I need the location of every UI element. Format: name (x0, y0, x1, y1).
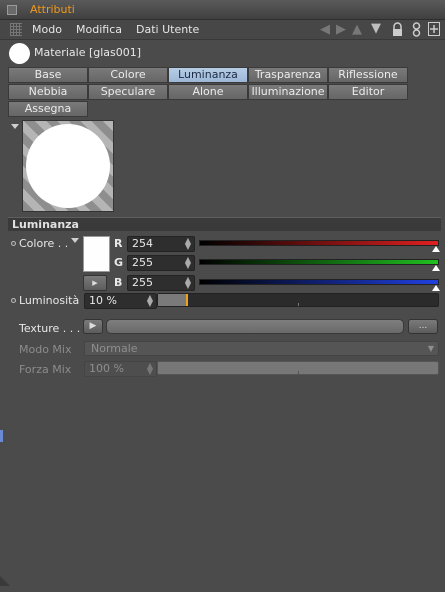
arrow-down-icon[interactable]: ▼ (371, 21, 381, 36)
preview-sphere (26, 124, 110, 208)
menu-bar: Modo Modifica Dati Utente ◀ ▶ ▲ ▼ (0, 20, 445, 40)
mix-mode-label: Modo Mix (19, 343, 72, 356)
tab-colore[interactable]: Colore (88, 67, 168, 83)
arrow-right-icon[interactable]: ▶ (336, 22, 346, 37)
channel-r-field[interactable]: 254 ▲ ▼ (127, 236, 195, 252)
title-bar: Attributi (0, 0, 445, 20)
channel-b-value: 255 (132, 276, 153, 289)
resize-corner-icon[interactable] (0, 576, 10, 586)
arrow-left-icon[interactable]: ◀ (320, 22, 330, 37)
edge-indicator (0, 430, 3, 442)
window-grip-icon[interactable] (7, 5, 17, 15)
channel-g-label: G (114, 256, 124, 269)
luminosity-slider[interactable] (157, 293, 439, 307)
channel-b-slider-handle[interactable] (432, 285, 440, 291)
tab-nebbia[interactable]: Nebbia (8, 84, 88, 100)
color-expand-button[interactable]: ▶ (83, 275, 107, 291)
mix-mode-select[interactable]: Normale ▼ (84, 341, 439, 356)
lock-icon[interactable] (392, 22, 403, 41)
material-swatch (9, 43, 30, 64)
channel-b-field[interactable]: 255 ▲ ▼ (127, 275, 195, 291)
mix-strength-slider[interactable] (157, 361, 439, 375)
menu-dati-utente[interactable]: Dati Utente (136, 23, 199, 36)
spinner-icon[interactable]: ▲ ▼ (185, 276, 191, 290)
color-swatch[interactable] (83, 236, 110, 272)
color-label: Colore . . (19, 237, 69, 250)
texture-browse-button[interactable]: ... (408, 319, 438, 334)
slider-tick (298, 371, 299, 374)
material-name: Materiale [glas001] (34, 46, 142, 59)
tab-assegna[interactable]: Assegna (8, 101, 88, 117)
slider-tick (298, 303, 299, 306)
preview-menu-arrow-icon[interactable] (11, 124, 19, 129)
section-header: Luminanza (8, 217, 441, 231)
tab-riflessione[interactable]: Riflessione (328, 67, 408, 83)
channel-g-field[interactable]: 255 ▲ ▼ (127, 255, 195, 271)
texture-expand-button[interactable]: ▶ (83, 319, 103, 334)
menu-modo[interactable]: Modo (32, 23, 62, 36)
spinner-icon[interactable]: ▲ ▼ (185, 237, 191, 251)
tab-base[interactable]: Base (8, 67, 88, 83)
menu-modifica[interactable]: Modifica (76, 23, 122, 36)
channel-b-slider[interactable] (199, 279, 439, 285)
texture-path-field[interactable] (106, 319, 404, 334)
luminosity-animate-dot[interactable] (11, 298, 16, 303)
channel-g-value: 255 (132, 256, 153, 269)
channel-r-slider-handle[interactable] (432, 246, 440, 252)
luminosity-field[interactable]: 10 % ▲ ▼ (84, 293, 157, 309)
mix-mode-value: Normale (91, 342, 138, 355)
tab-illuminazione[interactable]: Illuminazione (248, 84, 328, 100)
color-mode-arrow-icon[interactable] (71, 238, 79, 243)
tab-speculare[interactable]: Speculare (88, 84, 168, 100)
arrow-up-icon[interactable]: ▲ (352, 22, 362, 37)
link-icon[interactable] (412, 22, 421, 41)
luminosity-slider-handle[interactable] (186, 294, 188, 306)
texture-label: Texture . . . . (19, 322, 88, 335)
channel-b-label: B (114, 276, 123, 289)
channel-g-slider[interactable] (199, 259, 439, 265)
tab-alone[interactable]: Alone (168, 84, 248, 100)
chevron-down-icon: ▼ (427, 344, 434, 353)
luminosity-label: Luminosità (19, 294, 80, 307)
spinner-icon[interactable]: ▲ ▼ (147, 294, 153, 308)
section-title: Luminanza (12, 218, 79, 231)
material-preview[interactable] (22, 120, 114, 212)
channel-r-label: R (114, 237, 123, 250)
channel-g-slider-handle[interactable] (432, 265, 440, 271)
tab-luminanza[interactable]: Luminanza (168, 67, 248, 83)
tab-trasparenza[interactable]: Trasparenza (248, 67, 328, 83)
channel-r-slider[interactable] (199, 240, 439, 246)
mix-strength-value: 100 % (89, 362, 124, 375)
spinner-icon[interactable]: ▲ ▼ (185, 256, 191, 270)
color-animate-dot[interactable] (11, 241, 16, 246)
spinner-icon[interactable]: ▲ ▼ (147, 362, 153, 376)
luminosity-slider-fill (158, 294, 186, 306)
channel-r-value: 254 (132, 237, 153, 250)
luminosity-value: 10 % (89, 294, 117, 307)
mix-strength-field[interactable]: 100 % ▲ ▼ (84, 361, 157, 377)
add-panel-icon[interactable] (428, 22, 440, 40)
window-title: Attributi (30, 3, 75, 16)
menu-grip-icon[interactable] (10, 23, 22, 36)
mix-strength-label: Forza Mix (19, 363, 72, 376)
tab-editor[interactable]: Editor (328, 84, 408, 100)
